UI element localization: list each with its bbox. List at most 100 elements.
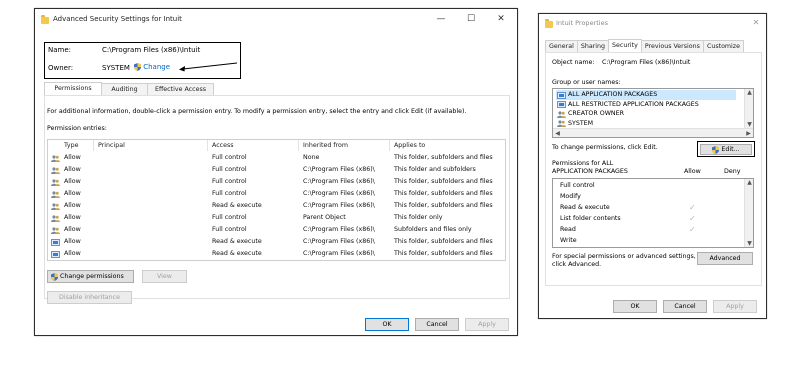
scroll-down-icon[interactable]: ▼ — [745, 121, 753, 128]
group-list-item[interactable]: ALL APPLICATION PACKAGES — [556, 90, 736, 100]
close-button[interactable]: ✕ — [493, 12, 509, 26]
properties-close-button[interactable]: ✕ — [749, 16, 763, 30]
advanced-security-window: Advanced Security Settings for Intuit — … — [34, 8, 518, 336]
disable-inheritance-button[interactable]: Disable inheritance — [47, 291, 132, 304]
permission-item: Read ✓ — [556, 225, 741, 235]
permission-entry-row[interactable]: Allow Full control Parent Object This folde… — [48, 212, 505, 224]
user-group-icon — [51, 155, 60, 162]
properties-apply-button[interactable]: Apply — [713, 300, 757, 313]
permission-name: Full control — [560, 182, 595, 189]
name-value: C:\Program Files (x86)\Intuit — [102, 46, 201, 54]
allow-check-icon: ✓ — [689, 203, 696, 212]
edit-button[interactable]: Edit... — [700, 144, 752, 155]
permission-entry-row[interactable]: Allow Full control C:\Program Files (x86)\… — [48, 164, 505, 176]
scroll-up-icon[interactable]: ▲ — [745, 89, 753, 96]
tab-general[interactable]: General — [545, 40, 578, 52]
user-group-icon — [51, 179, 60, 186]
tab-auditing[interactable]: Auditing — [101, 83, 148, 95]
package-icon — [557, 91, 566, 99]
tab-security[interactable]: Security — [608, 39, 642, 52]
group-list-item[interactable]: CREATOR OWNER — [556, 109, 736, 119]
owner-label: Owner: — [48, 64, 74, 72]
change-permissions-label: Change permissions — [60, 273, 124, 280]
tab-previous-versions[interactable]: Previous Versions — [640, 40, 704, 52]
change-owner-link-label[interactable]: Change — [143, 63, 170, 71]
user-group-icon — [51, 191, 60, 198]
object-name-value: C:\Program Files (x86)\Intuit — [602, 59, 691, 66]
view-button[interactable]: View — [142, 270, 187, 283]
permission-item: Read & execute ✓ — [556, 203, 741, 213]
shield-icon — [134, 63, 141, 71]
info-text: For additional information, double-click… — [47, 108, 467, 115]
column-header-principal[interactable]: Principal — [94, 140, 208, 151]
tab-customize[interactable]: Customize — [702, 40, 744, 52]
column-header-type[interactable]: Type — [48, 140, 94, 151]
entry-applies-to: This folder, subfolders and files — [394, 238, 493, 245]
package-icon — [557, 101, 566, 108]
permission-entry-row[interactable]: Allow Full control C:\Program Files (x86)\… — [48, 188, 505, 200]
scroll-right-icon[interactable]: ▶ — [744, 129, 753, 137]
edit-button-label: Edit... — [721, 146, 740, 153]
entry-type: Allow — [64, 178, 81, 185]
deny-column-label: Deny — [724, 168, 741, 175]
group-list-item[interactable]: ALL RESTRICTED APPLICATION PACKAGES — [556, 100, 736, 110]
entry-inherited-from: None — [303, 154, 320, 161]
properties-cancel-button[interactable]: Cancel — [663, 300, 707, 313]
ok-button[interactable]: OK — [365, 318, 409, 331]
entry-type: Allow — [64, 226, 81, 233]
group-user-list[interactable]: ALL APPLICATION PACKAGES ALL RESTRICTED A… — [552, 88, 754, 138]
entry-inherited-from: C:\Program Files (x86)\ — [303, 226, 375, 233]
allow-column-label: Allow — [684, 168, 701, 175]
entry-access: Full control — [212, 214, 247, 221]
entry-access: Read & execute — [212, 202, 262, 209]
user-group-icon — [51, 203, 60, 210]
permission-entry-row[interactable]: Allow Read & execute C:\Program Files (x86… — [48, 248, 505, 260]
change-permissions-text: To change permissions, click Edit. — [552, 144, 658, 151]
permissions-for-label-1: Permissions for ALL — [552, 160, 614, 167]
permission-item: Full control — [556, 181, 741, 191]
entry-inherited-from: C:\Program Files (x86)\ — [303, 178, 375, 185]
entry-type: Allow — [64, 250, 81, 257]
tab-permissions[interactable]: Permissions — [44, 82, 102, 95]
column-header-inherited-from[interactable]: Inherited from — [299, 140, 390, 151]
change-permissions-button[interactable]: Change permissions — [47, 270, 134, 283]
column-header-access[interactable]: Access — [208, 140, 299, 151]
scroll-up-icon[interactable]: ▲ — [745, 179, 753, 186]
advanced-button[interactable]: Advanced — [697, 252, 753, 265]
apply-button[interactable]: Apply — [465, 318, 509, 331]
properties-ok-button[interactable]: OK — [613, 300, 657, 313]
column-header-applies-to[interactable]: Applies to — [390, 140, 507, 151]
properties-window: Intuit Properties ✕ General Sharing Secu… — [538, 13, 767, 319]
shield-icon — [712, 145, 720, 154]
permission-entry-row[interactable]: Allow Read & execute C:\Program Files (x86… — [48, 236, 505, 248]
entry-applies-to: This folder, subfolders and files — [394, 202, 493, 209]
scroll-left-icon[interactable]: ◀ — [553, 129, 562, 137]
scroll-down-icon[interactable]: ▼ — [745, 240, 753, 247]
horizontal-scrollbar[interactable]: ◀ ▶ — [553, 128, 753, 137]
tab-effective-access[interactable]: Effective Access — [147, 83, 214, 95]
arrow-annotation — [179, 62, 238, 72]
permissions-scrollbar[interactable]: ▲ ▼ — [744, 179, 753, 247]
tab-sharing[interactable]: Sharing — [576, 40, 610, 52]
package-icon — [51, 251, 60, 258]
package-icon — [51, 239, 60, 246]
title-bar: Advanced Security Settings for Intuit — … — [35, 9, 517, 31]
vertical-scrollbar[interactable]: ▲ ▼ — [744, 89, 753, 128]
permissions-for-label-2: APPLICATION PACKAGES — [552, 168, 628, 175]
folder-icon — [545, 19, 553, 28]
user-group-icon — [51, 215, 60, 222]
minimize-button[interactable]: — — [433, 12, 449, 26]
permission-name: List folder contents — [560, 215, 621, 222]
permission-entry-row[interactable]: Allow Full control C:\Program Files (x86)\… — [48, 224, 505, 236]
group-name: ALL RESTRICTED APPLICATION PACKAGES — [568, 100, 699, 108]
entry-type: Allow — [64, 154, 81, 161]
special-permissions-text-1: For special permissions or advanced sett… — [552, 253, 696, 260]
permission-entry-row[interactable]: Allow Full control C:\Program Files (x86)\… — [48, 176, 505, 188]
maximize-button[interactable]: ☐ — [463, 12, 479, 26]
group-list-item[interactable]: SYSTEM — [556, 119, 736, 129]
permission-entry-row[interactable]: Allow Full control None This folder, subfol… — [48, 152, 505, 164]
object-name-label: Object name: — [552, 59, 595, 66]
change-owner-link[interactable]: Change — [134, 63, 170, 71]
cancel-button[interactable]: Cancel — [415, 318, 459, 331]
permission-entry-row[interactable]: Allow Read & execute C:\Program Files (x86… — [48, 200, 505, 212]
